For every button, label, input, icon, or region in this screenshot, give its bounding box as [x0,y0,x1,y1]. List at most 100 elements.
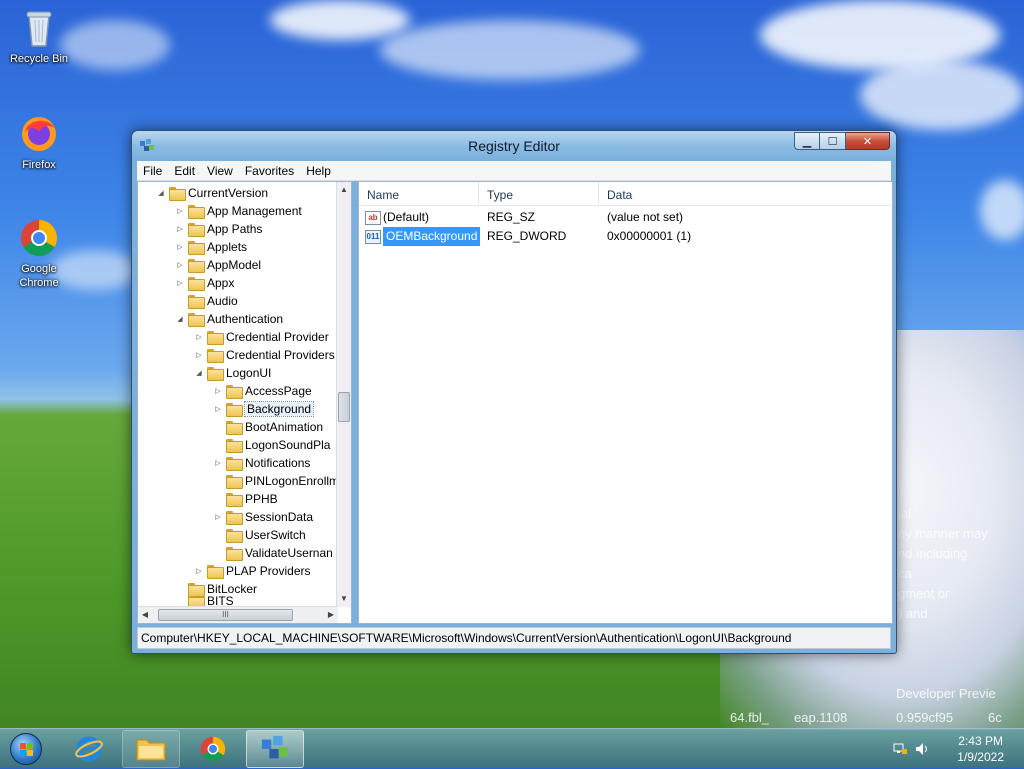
folder-icon [188,223,205,237]
folder-icon [226,547,243,561]
tree-item[interactable]: ▷ Credential Providers [194,346,335,364]
taskbar-internet-explorer[interactable] [60,730,118,768]
folder-icon [207,349,224,363]
list-item-default[interactable]: ab (Default) REG_SZ (value not set) [359,208,892,227]
tree-item[interactable]: PINLogonEnrollm [213,472,339,490]
vertical-scroll-thumb[interactable] [338,392,350,422]
registry-tree[interactable]: ◢ CurrentVersion ▷ App Management ▷ App Pat… [137,181,352,624]
menu-view[interactable]: View [201,164,239,178]
expand-icon[interactable]: ▷ [175,261,185,269]
folder-icon [207,565,224,579]
close-button[interactable]: ✕ [846,132,890,150]
scroll-up-icon[interactable]: ▲ [337,182,351,198]
tree-item-authentication[interactable]: ◢ Authentication [175,310,283,328]
column-header-type[interactable]: Type [479,182,599,206]
expand-icon[interactable]: ▷ [213,459,223,467]
folder-icon [188,596,205,606]
folder-icon [226,457,243,471]
minimize-button[interactable]: ▁ [794,132,820,150]
tree-item-logonui[interactable]: ◢ LogonUI [194,364,271,382]
window-title: Registry Editor [468,138,560,154]
wallpaper-text: Developer Previe [896,686,996,701]
tree-item[interactable]: ▷ App Management [175,202,302,220]
tree-item[interactable]: UserSwitch [213,526,306,544]
expand-icon[interactable]: ▷ [175,225,185,233]
expand-icon[interactable]: ▷ [213,513,223,521]
wallpaper-cloud [980,180,1024,240]
tree-item[interactable]: ▷ AppModel [175,256,261,274]
tree-item[interactable]: ▷ AccessPage [213,382,312,400]
expand-icon[interactable]: ▷ [175,207,185,215]
desktop-icon-chrome[interactable]: Google Chrome [4,216,74,290]
tree-item[interactable]: PPHB [213,490,278,508]
collapse-icon[interactable]: ◢ [175,315,185,323]
wallpaper-text: ca [898,566,912,581]
taskbar-file-explorer[interactable] [122,730,180,768]
list-item-oembackground[interactable]: 011 OEMBackground REG_DWORD 0x00000001 (… [359,227,892,246]
tree-item-currentversion[interactable]: ◢ CurrentVersion [156,184,268,202]
tree-item[interactable]: ▷ Credential Provider [194,328,329,346]
tree-item[interactable]: ▷ Applets [175,238,247,256]
folder-icon [226,385,243,399]
tree-item[interactable]: ▷ SessionData [213,508,313,526]
start-button[interactable] [4,730,48,768]
tree-item[interactable]: ▷ App Paths [175,220,262,238]
tree-vertical-scrollbar[interactable]: ▲ ▼ [336,182,351,607]
volume-icon[interactable] [914,741,930,757]
clock-date: 1/9/2022 [957,750,1004,764]
wallpaper-text: gment or [898,586,950,601]
tree-item[interactable]: BootAnimation [213,418,323,436]
title-bar[interactable]: Registry Editor ▁ ☐ ✕ [132,131,896,161]
tree-horizontal-scrollbar[interactable]: ◀ III ▶ [138,606,338,623]
desktop-icon-firefox[interactable]: Firefox [4,112,74,172]
list-header: Name Type Data [359,182,892,206]
wallpaper-text: eap.1108 [794,710,848,725]
expand-icon[interactable]: ▷ [194,567,204,575]
expand-icon[interactable]: ▷ [194,333,204,341]
wallpaper-text: 0.959cf95 [896,710,954,725]
tree-item[interactable]: Audio [175,292,238,310]
tree-item[interactable]: LogonSoundPla [213,436,330,454]
clock-time: 2:43 PM [958,734,1003,748]
tree-item[interactable]: BITS [175,596,234,606]
taskbar-chrome[interactable] [184,730,242,768]
tree-item[interactable]: ▷ PLAP Providers [194,562,311,580]
desktop-icon-recycle-bin[interactable]: Recycle Bin [4,6,74,66]
tree-item[interactable]: ▷ Notifications [213,454,310,472]
registry-editor-window[interactable]: Registry Editor ▁ ☐ ✕ File Edit View Fav… [131,130,897,654]
menu-edit[interactable]: Edit [168,164,201,178]
wallpaper-cloud [270,0,410,40]
wallpaper-cloud [860,60,1024,130]
expand-icon[interactable]: ▷ [175,279,185,287]
scroll-down-icon[interactable]: ▼ [337,591,351,607]
scroll-right-icon[interactable]: ▶ [324,607,338,623]
values-list[interactable]: Name Type Data ab (Default) REG_SZ (valu… [358,181,893,624]
column-header-data[interactable]: Data [599,182,892,206]
menu-file[interactable]: File [137,164,168,178]
folder-icon [226,511,243,525]
tree-item[interactable]: ValidateUsernan [213,544,333,562]
chrome-icon [17,216,61,260]
wallpaper-cloud [380,20,640,80]
expand-icon[interactable]: ▷ [213,387,223,395]
expand-icon[interactable]: ▷ [175,243,185,251]
scroll-left-icon[interactable]: ◀ [138,607,152,623]
folder-icon [226,403,243,417]
folder-icon [188,583,205,597]
network-icon[interactable] [892,741,908,757]
tree-item[interactable]: ▷ Appx [175,274,234,292]
menu-help[interactable]: Help [300,164,337,178]
column-header-name[interactable]: Name [359,182,479,206]
menu-favorites[interactable]: Favorites [239,164,300,178]
expand-icon[interactable]: ▷ [194,351,204,359]
tree-item-background[interactable]: ▷ Background [213,400,315,418]
taskbar-registry-editor[interactable] [246,730,304,768]
folder-icon [188,277,205,291]
horizontal-scroll-thumb[interactable]: III [158,609,293,621]
collapse-icon[interactable]: ◢ [194,369,204,377]
maximize-button[interactable]: ☐ [820,132,846,150]
wallpaper-text: 6c [988,710,1002,725]
clock[interactable]: 2:43 PM 1/9/2022 [957,733,1004,765]
expand-icon[interactable]: ▷ [213,405,223,413]
collapse-icon[interactable]: ◢ [156,189,166,197]
